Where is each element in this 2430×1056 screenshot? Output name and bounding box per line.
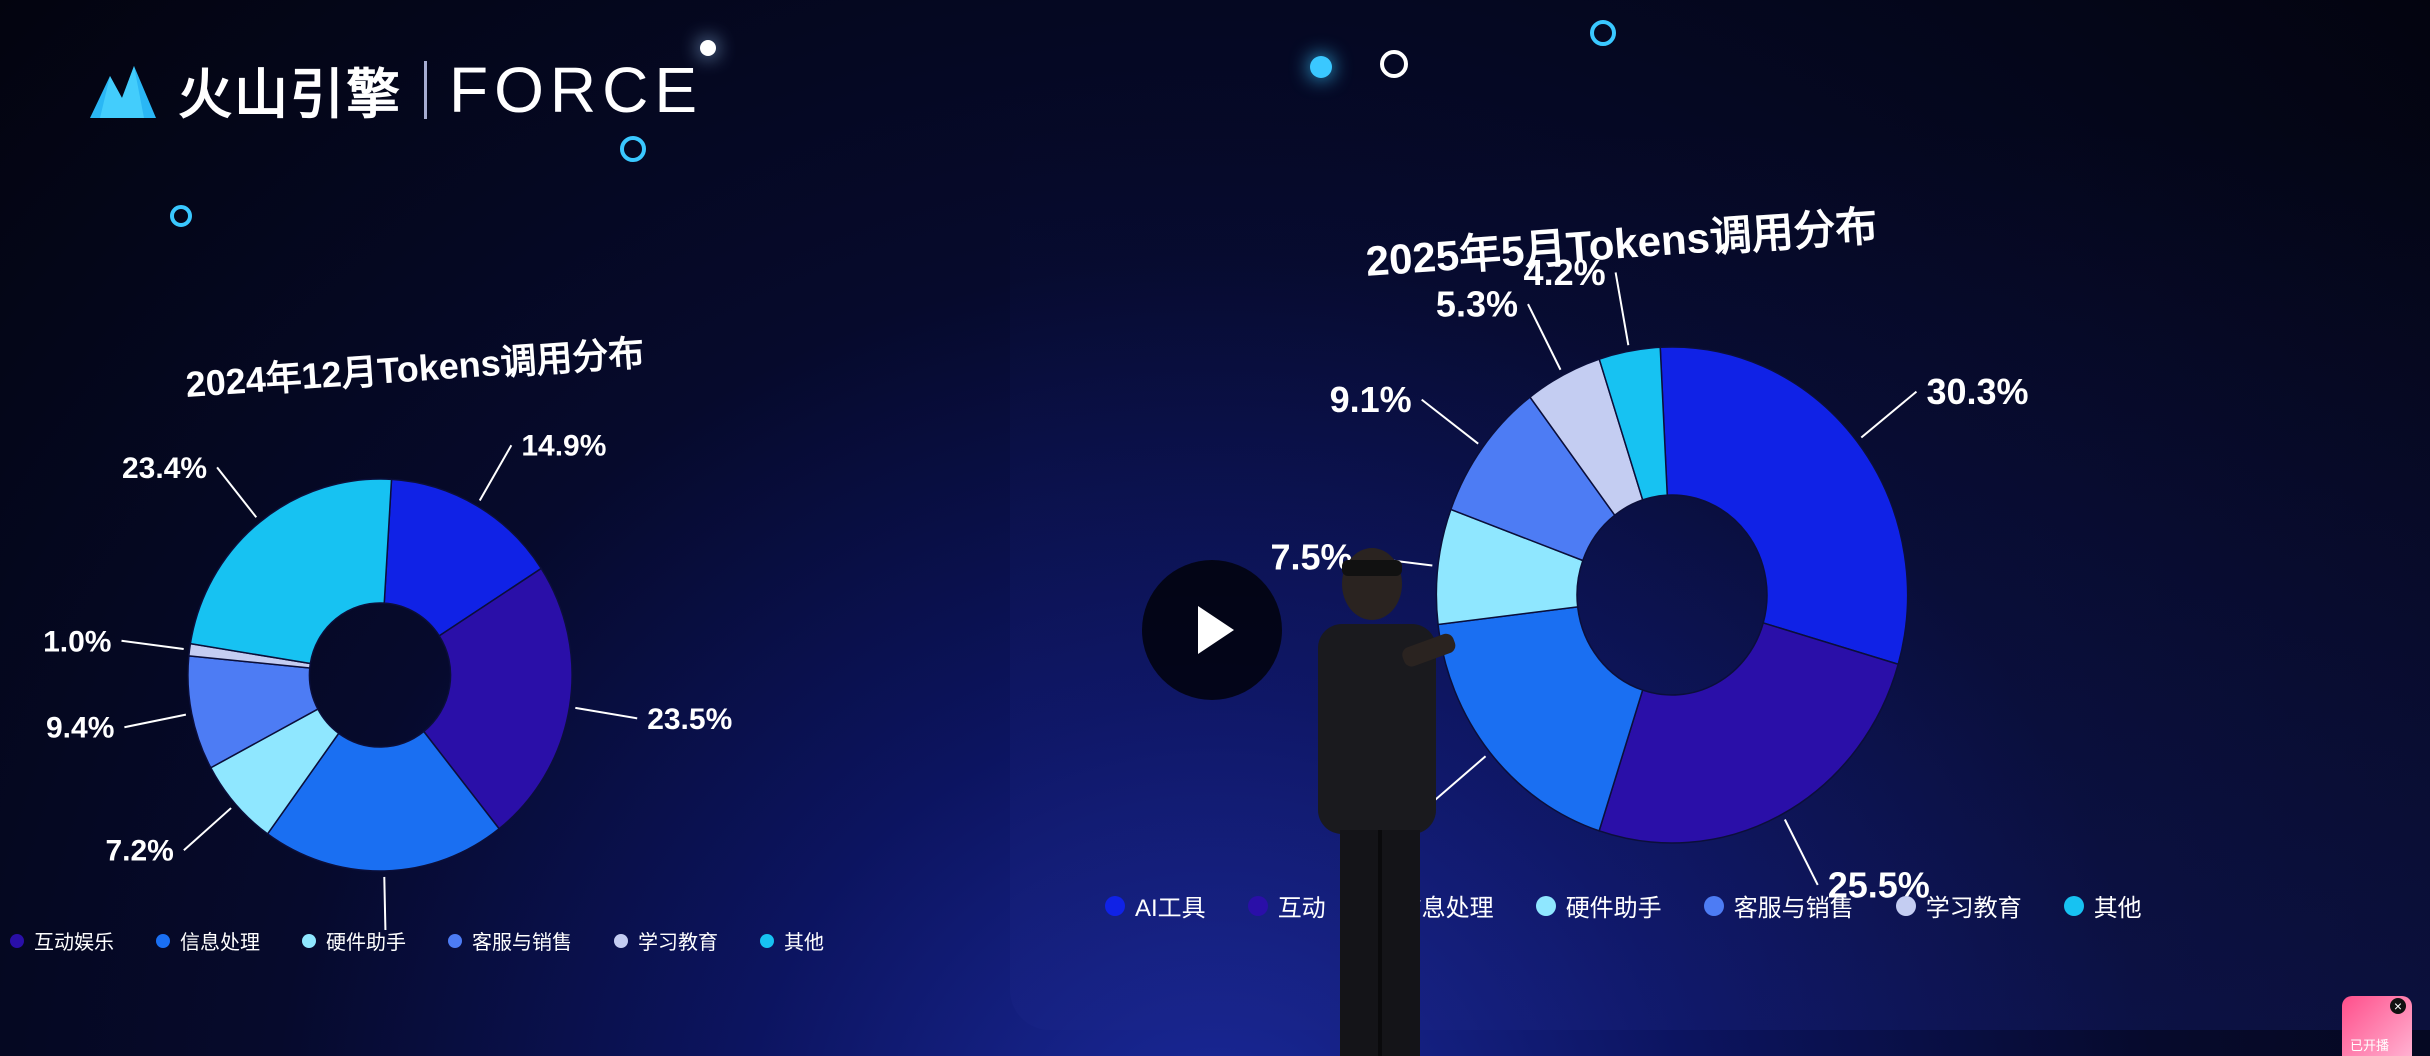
donut-slice-1 <box>1659 346 1909 666</box>
live-badge[interactable]: × 已开播 <box>2342 996 2412 1056</box>
legend-label: 学习教育 <box>1925 895 2022 922</box>
data-label-2: 23.5% <box>647 703 732 736</box>
play-icon <box>1198 606 1234 654</box>
donut-slice-2 <box>1598 621 1900 844</box>
data-label-1: 14.9% <box>521 430 606 463</box>
legend-item: 信息处理 <box>156 926 260 955</box>
leader-line-6 <box>121 639 184 650</box>
close-icon[interactable]: × <box>2390 998 2406 1014</box>
data-label-4: 7.2% <box>105 835 173 868</box>
chart-2024-panel: 2024年12月Tokens调用分布 14.9%23.5%20.6%7.2%9.… <box>0 250 980 970</box>
data-label-6: 5.3% <box>1436 284 1518 325</box>
leader-line-3 <box>383 876 387 930</box>
legend-swatch <box>1535 895 1556 916</box>
legend-swatch <box>156 933 170 948</box>
leader-line-2 <box>1783 819 1819 886</box>
speaker-figure <box>1318 548 1456 1056</box>
legend-label: 客服与销售 <box>1733 895 1854 922</box>
leader-line-6 <box>1527 303 1562 371</box>
data-label-7: 4.2% <box>1524 252 1606 293</box>
leader-line-7 <box>216 466 258 518</box>
brand-logo: 火山引擎 FORCE <box>90 50 703 129</box>
data-label-1: 30.3% <box>1926 371 2028 412</box>
legend-label: 信息处理 <box>180 932 260 954</box>
leader-line-5 <box>1421 398 1479 445</box>
data-label-5: 9.1% <box>1330 379 1412 420</box>
chart-2025-legend: AI工具 互动 信息处理 硬件助手 客服与销售 学习教育 其他 <box>1105 888 2142 923</box>
stage-light <box>170 205 192 227</box>
stage-light <box>1380 50 1408 78</box>
brand-force: FORCE <box>449 53 703 126</box>
legend-label: 硬件助手 <box>326 932 406 954</box>
legend-label: 客服与销售 <box>472 932 572 954</box>
legend-swatch <box>614 933 628 948</box>
legend-item: 客服与销售 <box>448 926 572 955</box>
legend-item: 硬件助手 <box>1535 888 1662 923</box>
legend-item: 学习教育 <box>1895 888 2022 923</box>
data-label-5: 9.4% <box>46 712 114 745</box>
stage-light <box>620 136 646 162</box>
brand-divider <box>424 60 427 119</box>
data-label-7: 23.4% <box>122 452 207 485</box>
legend-item: 互动娱乐 <box>10 926 114 955</box>
legend-swatch <box>1703 895 1724 916</box>
leader-line-1 <box>1860 390 1918 439</box>
legend-swatch <box>760 933 774 948</box>
leader-line-2 <box>575 706 638 720</box>
legend-swatch <box>1895 895 1916 916</box>
legend-swatch <box>302 933 316 948</box>
legend-label: 其他 <box>2093 895 2142 922</box>
legend-label: 学习教育 <box>638 932 718 954</box>
chart-2024-legend: 互动娱乐 信息处理 硬件助手 客服与销售 学习教育 其他 <box>10 926 824 955</box>
legend-item: 其他 <box>760 926 824 955</box>
stage-light <box>1590 20 1616 46</box>
legend-label: 硬件助手 <box>1565 895 1662 922</box>
data-label-6: 1.0% <box>43 625 111 658</box>
play-button[interactable] <box>1142 560 1282 700</box>
legend-item: 学习教育 <box>614 926 718 955</box>
leader-line-5 <box>124 713 187 729</box>
legend-swatch <box>2063 895 2084 916</box>
live-badge-text: 已开播 <box>2350 1038 2390 1053</box>
legend-item: AI工具 <box>1105 888 1206 923</box>
legend-swatch <box>10 933 24 948</box>
leader-line-1 <box>478 444 513 502</box>
legend-swatch <box>448 933 462 948</box>
legend-item: 其他 <box>2063 888 2142 923</box>
leader-line-4 <box>183 807 232 851</box>
stage-light <box>1310 56 1332 78</box>
volcano-logo-icon <box>90 65 156 118</box>
chart-2024-donut: 14.9%23.5%20.6%7.2%9.4%1.0%23.4% <box>43 430 732 930</box>
brand-name-cn: 火山引擎 <box>178 65 402 125</box>
legend-item: 硬件助手 <box>302 926 406 955</box>
legend-label: 互动娱乐 <box>34 932 114 954</box>
leader-line-7 <box>1614 272 1630 346</box>
legend-label: AI工具 <box>1135 895 1206 922</box>
legend-swatch <box>1247 895 1268 916</box>
legend-item: 客服与销售 <box>1703 888 1854 923</box>
donut-slice-7 <box>189 478 393 665</box>
chart-2025-donut: 30.3%25.5%187.5%9.1%5.3%4.2% <box>1270 252 2028 906</box>
legend-label: 其他 <box>784 932 824 954</box>
video-stage[interactable]: 火山引擎 FORCE 2024年12月Tokens调用分布 14.9% 23.5%… <box>0 0 2430 1056</box>
legend-swatch <box>1105 895 1125 916</box>
